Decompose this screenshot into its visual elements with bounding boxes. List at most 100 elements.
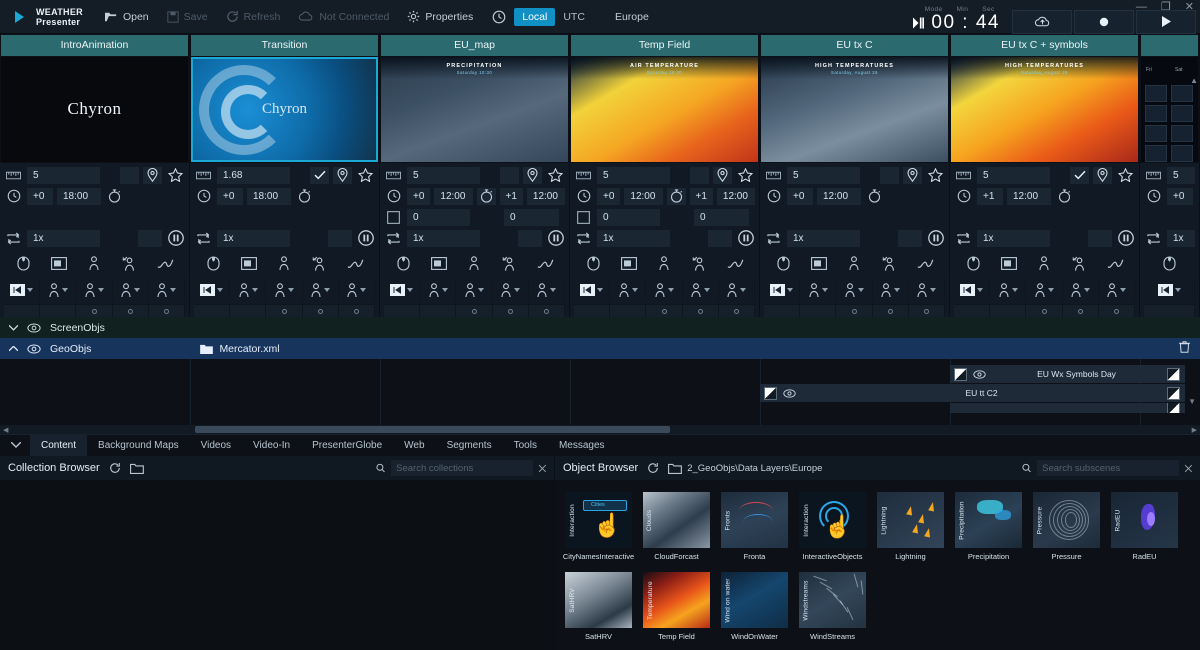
scene-preview[interactable]: HIGH TEMPERATURESSaturday, August 26 [761, 57, 948, 162]
status-cell[interactable] [529, 305, 565, 317]
object-browser-path[interactable]: 2_GeoObjs\Data Layers\Europe [668, 463, 822, 474]
utc-time-button[interactable]: UTC [555, 8, 593, 26]
person-icon-dropdown[interactable] [420, 279, 456, 301]
status-cell[interactable] [113, 305, 149, 317]
person-arrow-icon-button[interactable] [880, 255, 899, 272]
scene-tab[interactable]: EU_map [381, 35, 568, 56]
status-cell[interactable] [4, 305, 40, 317]
chevron-down-icon[interactable] [9, 325, 18, 331]
bottom-tab-background-maps[interactable]: Background Maps [87, 435, 190, 457]
person-icon-dropdown[interactable] [149, 279, 185, 301]
window-icon-button[interactable] [240, 255, 259, 272]
status-cell[interactable] [800, 305, 836, 317]
status-cell[interactable] [909, 305, 945, 317]
person-icon-button[interactable] [655, 255, 674, 272]
approve-button[interactable] [120, 167, 139, 184]
properties-button[interactable]: Properties [398, 0, 482, 34]
pause-button[interactable] [736, 230, 755, 247]
pause-button[interactable] [926, 230, 945, 247]
scene-tab[interactable] [1141, 35, 1198, 56]
eye-icon[interactable] [27, 323, 41, 333]
offset-field[interactable]: +0 [217, 188, 243, 205]
status-cell[interactable] [1063, 305, 1099, 317]
object-thumbnail[interactable]: SatHRV [565, 572, 632, 628]
frame-icon-dropdown[interactable] [574, 279, 610, 301]
object-thumbnail[interactable]: Clouds [643, 492, 710, 548]
person-icon-dropdown[interactable] [339, 279, 375, 301]
person-icon-button[interactable] [1035, 255, 1054, 272]
bottom-tab-web[interactable]: Web [393, 435, 435, 457]
timeline-item-partial[interactable] [950, 403, 1185, 413]
offset-field[interactable]: +0 [1167, 188, 1193, 205]
speed-field[interactable]: 1x [27, 230, 100, 247]
status-cell[interactable] [339, 305, 375, 317]
time-field[interactable]: 18:00 [57, 188, 101, 205]
search-input[interactable] [391, 460, 533, 476]
counter1-field[interactable]: 0 [407, 209, 470, 226]
object-thumbnail[interactable]: ☝Interaction [799, 492, 866, 548]
object-thumbnail[interactable]: Lightning [877, 492, 944, 548]
bottom-tab-messages[interactable]: Messages [548, 435, 616, 457]
counter2-field[interactable]: 0 [694, 209, 749, 226]
frame-icon-dropdown[interactable] [4, 279, 40, 301]
person-icon-dropdown[interactable] [1099, 279, 1135, 301]
path-icon-button[interactable] [156, 255, 175, 272]
person-icon-dropdown[interactable] [719, 279, 755, 301]
path-icon-button[interactable] [916, 255, 935, 272]
collapse-panel-icon[interactable] [0, 441, 30, 450]
pause-button[interactable] [1116, 230, 1135, 247]
layer-row-geoobjs[interactable]: GeoObjs Mercator.xml [0, 338, 1200, 359]
pause-button[interactable] [546, 230, 565, 247]
mouse-icon-button[interactable] [774, 255, 793, 272]
person-icon-dropdown[interactable] [303, 279, 339, 301]
person-icon-dropdown[interactable] [683, 279, 719, 301]
bottom-tab-videos[interactable]: Videos [190, 435, 242, 457]
status-cell[interactable] [610, 305, 646, 317]
speed-field[interactable]: 1x [597, 230, 670, 247]
favorite-button[interactable] [166, 167, 185, 184]
approve-button[interactable] [1070, 167, 1089, 184]
approve-button[interactable] [310, 167, 329, 184]
eye-icon[interactable] [973, 370, 986, 379]
object-item[interactable]: PrecipitationPrecipitation [955, 492, 1022, 561]
status-cell[interactable] [1099, 305, 1135, 317]
window-icon-button[interactable] [810, 255, 829, 272]
geolocation-button[interactable] [713, 167, 732, 184]
minimize-button[interactable]: — [1136, 2, 1147, 12]
loop-button[interactable] [954, 230, 973, 247]
status-cell[interactable] [76, 305, 112, 317]
geolocation-button[interactable] [1093, 167, 1112, 184]
mouse-icon-button[interactable] [14, 255, 33, 272]
scene-panel[interactable]: EU_mapPRECIPITATIONSaturday 10:305+012:0… [380, 34, 570, 317]
refresh-icon[interactable] [647, 462, 659, 474]
mouse-icon-button[interactable] [204, 255, 223, 272]
delete-layer-button[interactable] [1179, 341, 1190, 356]
person-icon-dropdown[interactable] [1063, 279, 1099, 301]
open-button[interactable]: Open [95, 0, 158, 34]
eye-icon[interactable] [783, 389, 796, 398]
status-cell[interactable] [384, 305, 420, 317]
object-item[interactable]: RadEURadEU [1111, 492, 1178, 561]
status-cell[interactable] [40, 305, 76, 317]
speed-field[interactable]: 1x [407, 230, 480, 247]
duration-field[interactable]: 5 [27, 167, 100, 184]
loop-button[interactable] [4, 230, 23, 247]
eye-icon[interactable] [27, 344, 41, 354]
object-thumbnail[interactable]: Pressure [1033, 492, 1100, 548]
loop-button[interactable] [384, 230, 403, 247]
person-arrow-icon-button[interactable] [1070, 255, 1089, 272]
person-icon-dropdown[interactable] [493, 279, 529, 301]
time-field[interactable]: 12:00 [817, 188, 861, 205]
scene-preview[interactable]: AIR TEMPERATURESaturday 19:30 [571, 57, 758, 162]
person-icon-dropdown[interactable] [873, 279, 909, 301]
scene-preview[interactable]: PRECIPITATIONSaturday 10:30 [381, 57, 568, 162]
object-item[interactable]: ☝InteractionInteractiveObjects [799, 492, 866, 561]
frame-icon-dropdown[interactable] [384, 279, 420, 301]
geolocation-button[interactable] [143, 167, 162, 184]
person-icon-dropdown[interactable] [76, 279, 112, 301]
favorite-button[interactable] [926, 167, 945, 184]
scene-panel[interactable]: TransitionChyron1.68+018:001x [190, 34, 380, 317]
object-thumbnail[interactable]: Windstreams [799, 572, 866, 628]
frame-icon-dropdown[interactable] [954, 279, 990, 301]
status-cell[interactable] [303, 305, 339, 317]
